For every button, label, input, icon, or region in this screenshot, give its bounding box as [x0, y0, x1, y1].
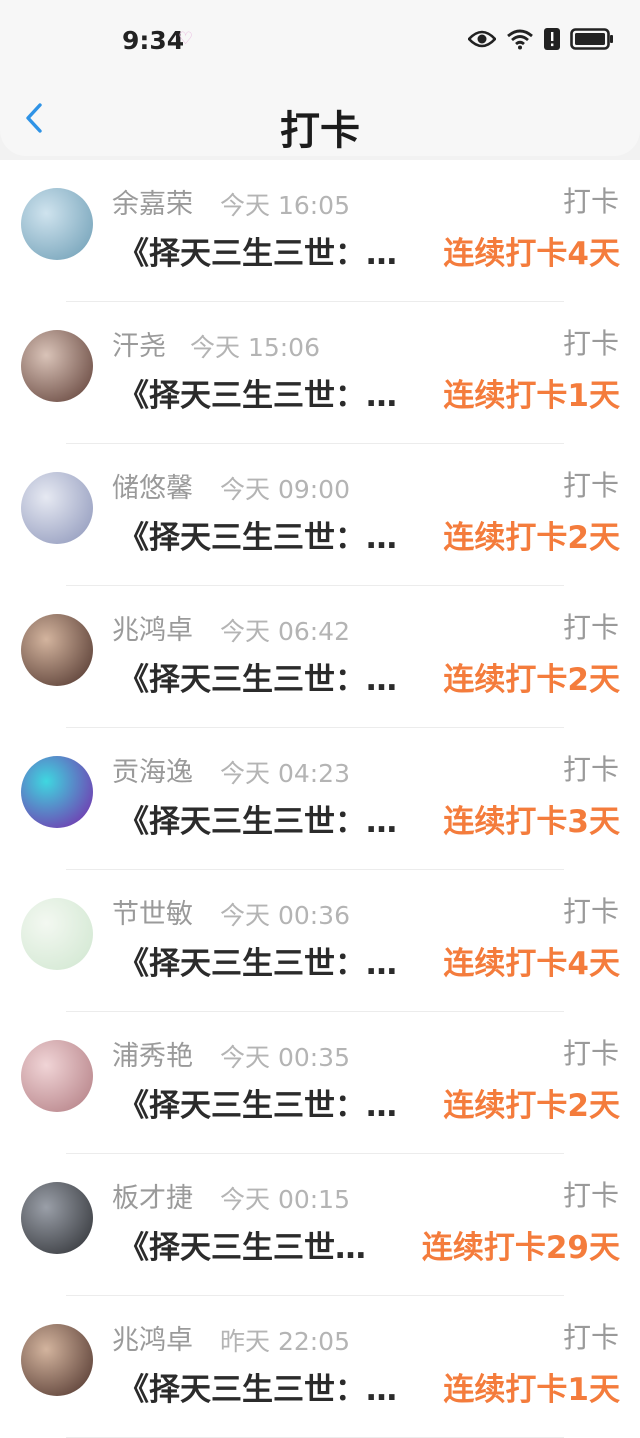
book-title[interactable]: 《择天三生三世：… [118, 370, 397, 415]
streak-label: 连续打卡2天 [443, 1088, 620, 1124]
book-title[interactable]: 《择天三生三世：… [118, 796, 397, 841]
checkin-tag: 打卡 [562, 327, 619, 360]
streak-label: 连续打卡3天 [443, 804, 620, 840]
streak-label: 连续打卡2天 [443, 662, 620, 698]
checkin-time: 昨天 22:05 [220, 1327, 350, 1356]
list-item[interactable]: 贡海逸 今天 04:23 打卡《择天三生三世：… 连续打卡3天 [0, 728, 640, 870]
book-title[interactable]: 《择天三生三世… [118, 1222, 366, 1267]
checkin-time: 今天 06:42 [220, 617, 350, 646]
book-title[interactable]: 《择天三生三世：… [118, 228, 397, 273]
book-title[interactable]: 《择天三生三世：… [118, 512, 397, 557]
page-title: 打卡 [280, 108, 360, 154]
list-item[interactable]: 板才捷 今天 00:15 打卡《择天三生三世… 连续打卡29天 [0, 1154, 640, 1296]
avatar[interactable] [21, 188, 93, 260]
avatar[interactable] [21, 898, 93, 970]
streak-label: 连续打卡4天 [443, 946, 620, 982]
user-name[interactable]: 余嘉荣 [112, 182, 193, 221]
avatar[interactable] [21, 1182, 93, 1254]
system-icons [468, 28, 614, 50]
eye-icon [468, 30, 496, 48]
streak-label: 连续打卡29天 [421, 1230, 620, 1266]
alert-icon [544, 28, 560, 50]
checkin-tag: 打卡 [562, 1179, 619, 1212]
checkin-time: 今天 00:36 [220, 901, 350, 930]
streak-label: 连续打卡4天 [443, 236, 620, 272]
streak-label: 连续打卡2天 [443, 520, 620, 556]
user-name[interactable]: 板才捷 [112, 1176, 193, 1215]
avatar[interactable] [21, 472, 93, 544]
user-name[interactable]: 贡海逸 [112, 750, 193, 789]
status-bar: 9:34 ♡ [0, 0, 640, 80]
user-name[interactable]: 汗尧 [112, 324, 166, 363]
streak-label: 连续打卡1天 [443, 378, 620, 414]
user-name[interactable]: 储悠馨 [112, 466, 193, 505]
avatar[interactable] [21, 614, 93, 686]
checkin-time: 今天 04:23 [220, 759, 350, 788]
checkin-time: 今天 16:05 [220, 191, 350, 220]
list-item[interactable]: 储悠馨 今天 09:00 打卡《择天三生三世：… 连续打卡2天 [0, 444, 640, 586]
book-title[interactable]: 《择天三生三世：… [118, 1080, 397, 1125]
checkin-time: 今天 00:35 [220, 1043, 350, 1072]
list-item[interactable]: 兆鸿卓 昨天 22:05 打卡《择天三生三世：… 连续打卡1天 [0, 1296, 640, 1438]
user-name[interactable]: 兆鸿卓 [112, 608, 193, 647]
list-item[interactable]: 浦秀艳 今天 00:35 打卡《择天三生三世：… 连续打卡2天 [0, 1012, 640, 1154]
list-item[interactable]: 节世敏 今天 00:36 打卡《择天三生三世：… 连续打卡4天 [0, 870, 640, 1012]
list-item[interactable]: 汗尧 今天 15:06 打卡《择天三生三世：… 连续打卡1天 [0, 302, 640, 444]
heart-icon: ♡ [178, 29, 194, 49]
checkin-time: 今天 09:00 [220, 475, 350, 504]
list-item[interactable]: 兆鸿卓 今天 06:42 打卡《择天三生三世：… 连续打卡2天 [0, 586, 640, 728]
checkin-tag: 打卡 [562, 185, 619, 218]
book-title[interactable]: 《择天三生三世：… [118, 938, 397, 983]
wifi-icon [507, 29, 533, 50]
checkin-tag: 打卡 [562, 753, 619, 786]
checkin-list: 余嘉荣 今天 16:05 打卡 《择天三生三世：… 连续打卡4天 汗尧 今天 15:06 打卡… [0, 160, 640, 1438]
user-name[interactable]: 节世敏 [112, 892, 193, 931]
checkin-tag: 打卡 [562, 611, 619, 644]
checkin-time: 今天 15:06 [190, 333, 320, 362]
list-item[interactable]: 余嘉荣 今天 16:05 打卡《择天三生三世：… 连续打卡4天 [0, 160, 640, 302]
battery-icon [570, 28, 613, 50]
checkin-tag: 打卡 [562, 1321, 619, 1354]
user-name[interactable]: 兆鸿卓 [112, 1318, 193, 1357]
checkin-tag: 打卡 [562, 469, 619, 502]
nav-bar: 打卡 [0, 80, 640, 156]
checkin-tag: 打卡 [562, 1037, 619, 1070]
book-title[interactable]: 《择天三生三世：… [118, 1364, 397, 1409]
avatar[interactable] [21, 1324, 93, 1396]
book-title[interactable]: 《择天三生三世：… [118, 654, 397, 699]
avatar[interactable] [21, 330, 93, 402]
avatar[interactable] [21, 1040, 93, 1112]
avatar[interactable] [21, 756, 93, 828]
status-time: 9:34 [122, 26, 185, 55]
checkin-tag: 打卡 [562, 895, 619, 928]
streak-label: 连续打卡1天 [443, 1372, 620, 1408]
user-name[interactable]: 浦秀艳 [112, 1034, 193, 1073]
checkin-time: 今天 00:15 [220, 1185, 350, 1214]
